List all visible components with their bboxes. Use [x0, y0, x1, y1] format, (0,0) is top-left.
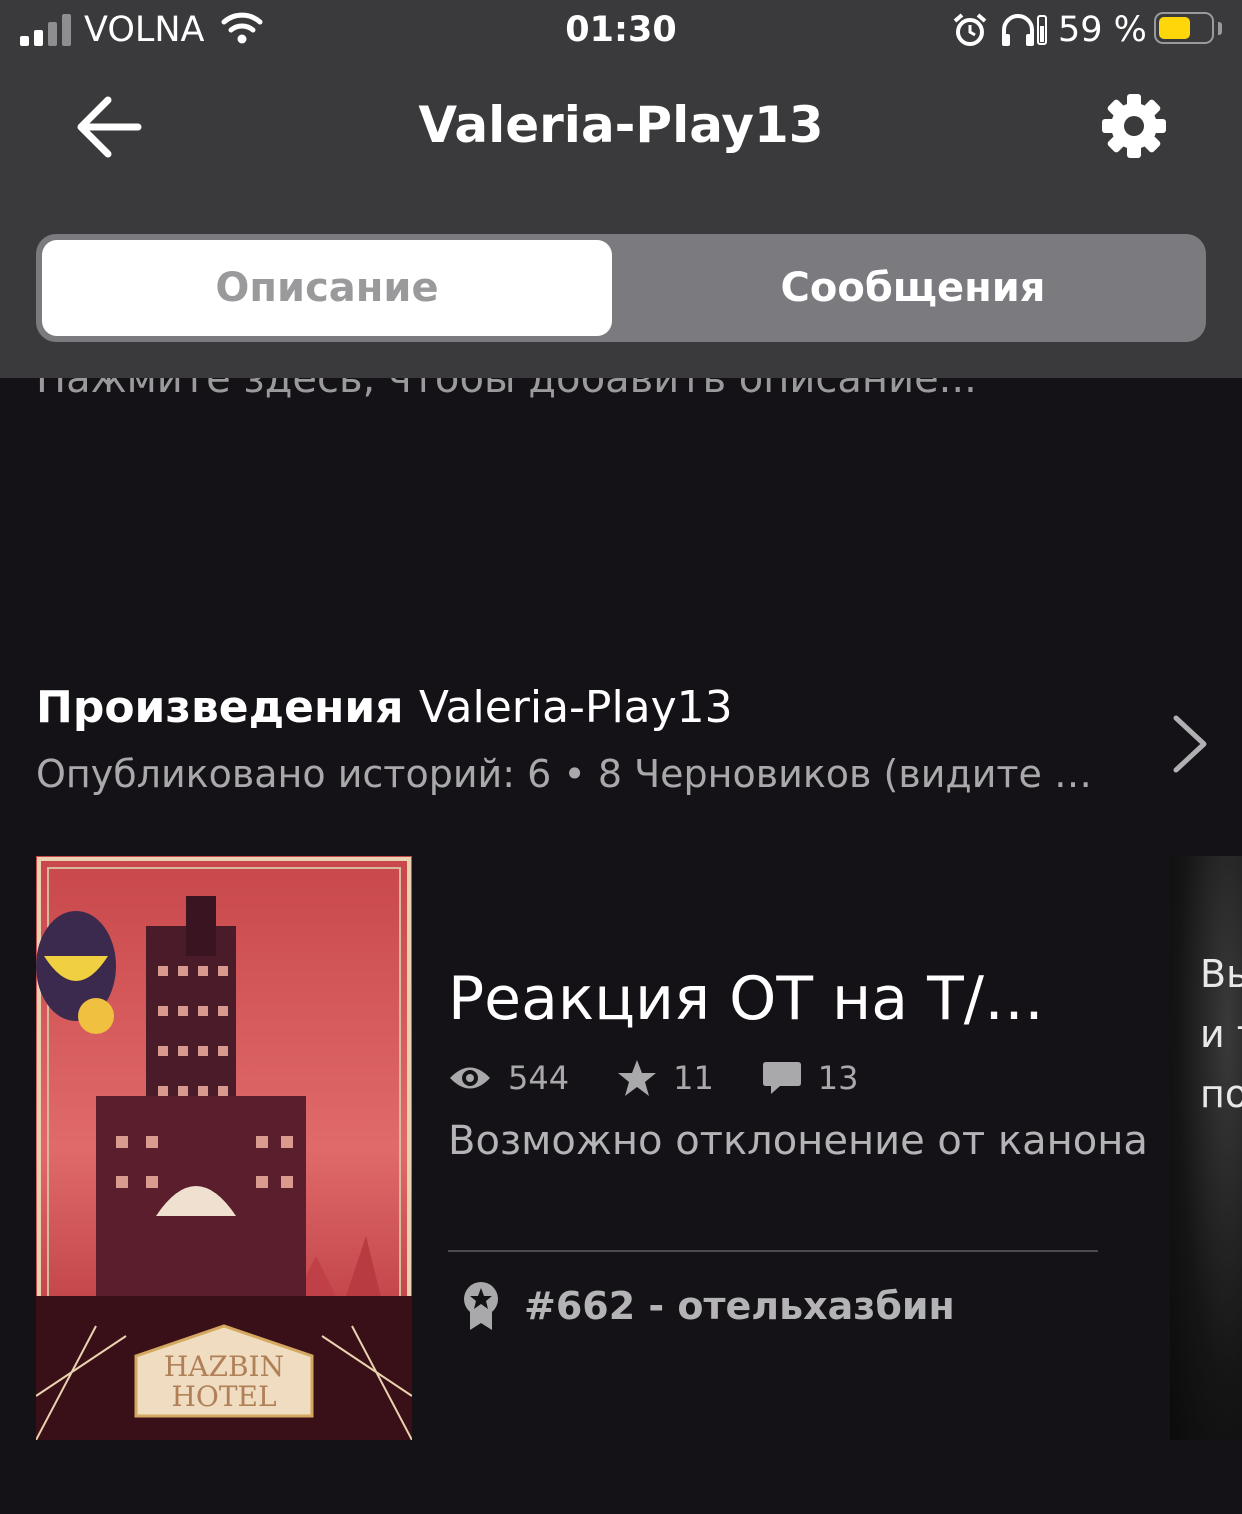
votes-stat: 11: [617, 1059, 714, 1097]
comment-bubble-icon: [762, 1062, 801, 1094]
tab-messages[interactable]: Сообщения: [626, 240, 1200, 336]
status-bar: VOLNA 01:30 59 %: [0, 0, 1242, 64]
works-title-user: Valeria-Play13: [418, 682, 733, 733]
story-title[interactable]: Реакция ОТ на Т/И +...: [448, 964, 1088, 1034]
cover-text-hotel: HOTEL: [171, 1380, 276, 1413]
works-title[interactable]: Произведения Valeria-Play13: [36, 682, 733, 733]
star-icon: [618, 1060, 657, 1096]
next-story-line: Вы: [1200, 952, 1242, 996]
next-story-line: по: [1200, 1072, 1242, 1116]
next-story-card[interactable]: Вы и т по: [1170, 856, 1242, 1440]
hotel-cover-illustration: HAZBIN HOTEL: [36, 856, 412, 1440]
headphones-icon: [1002, 14, 1047, 46]
battery-tip: [1218, 22, 1222, 35]
battery-icon: [1154, 12, 1214, 44]
works-title-label: Произведения: [36, 682, 404, 733]
chevron-right-icon[interactable]: [1168, 712, 1212, 776]
ranking-text: #662 - отельхазбин: [524, 1284, 955, 1328]
segmented-tabs: Описание Сообщения: [36, 234, 1206, 342]
story-stats: 544 11 13: [448, 1056, 907, 1100]
top-bar: VOLNA 01:30 59 % Valeria-Play13 Описание…: [0, 0, 1242, 378]
battery-percent: 59 %: [1058, 10, 1147, 50]
tab-description[interactable]: Описание: [42, 240, 612, 336]
comments-stat: 13: [762, 1059, 859, 1097]
divider: [448, 1250, 1098, 1252]
next-story-text: Вы и т по: [1200, 944, 1242, 1124]
story-tag: Возможно отклонение от канона: [448, 1118, 1148, 1164]
eye-icon: [450, 1067, 490, 1089]
gear-icon[interactable]: [1100, 92, 1168, 160]
views-stat: 544: [448, 1059, 569, 1097]
alarm-icon: [953, 13, 987, 46]
votes-count: 11: [673, 1059, 714, 1097]
page-title: Valeria-Play13: [418, 96, 824, 154]
ranking-badge[interactable]: #662 - отельхазбин: [460, 1280, 955, 1332]
comments-count: 13: [817, 1059, 859, 1097]
battery-level: [1159, 17, 1190, 39]
views-count: 544: [508, 1059, 570, 1097]
award-ribbon-icon: [464, 1282, 498, 1330]
clock: 01:30: [565, 10, 677, 50]
next-story-line: и т: [1200, 1012, 1242, 1056]
cover-text-hazbin: HAZBIN: [164, 1350, 284, 1383]
story-cover[interactable]: HAZBIN HOTEL: [36, 856, 412, 1440]
works-subtitle: Опубликовано историй: 6 • 8 Черновиков (…: [36, 752, 1096, 796]
